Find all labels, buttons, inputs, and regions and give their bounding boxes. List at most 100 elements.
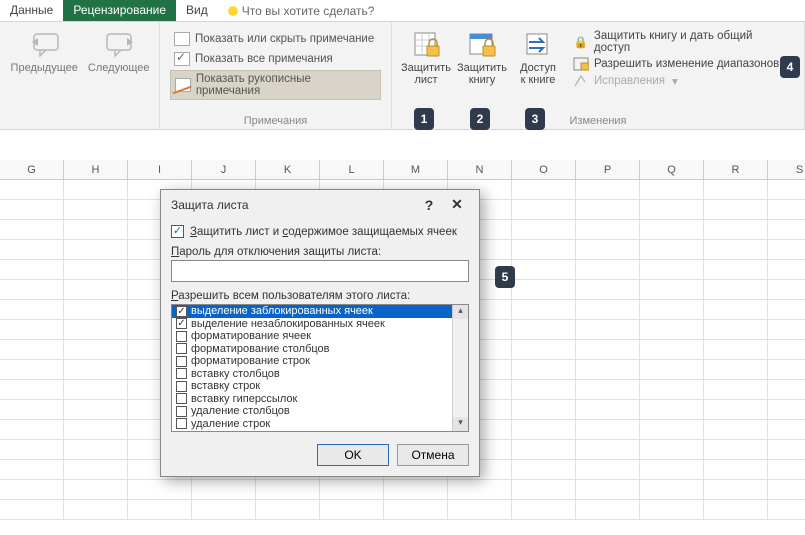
- cell[interactable]: [256, 480, 320, 499]
- cell[interactable]: [192, 500, 256, 519]
- cell[interactable]: [0, 180, 64, 199]
- tab-review[interactable]: Рецензирование: [63, 0, 176, 21]
- cell[interactable]: [768, 180, 805, 199]
- permission-item[interactable]: форматирование строк: [172, 355, 452, 368]
- cell[interactable]: [576, 240, 640, 259]
- cell[interactable]: [512, 400, 576, 419]
- cell[interactable]: [64, 420, 128, 439]
- show-ink-comments[interactable]: Показать рукописные примечания: [170, 70, 381, 100]
- cell[interactable]: [512, 380, 576, 399]
- cell[interactable]: [64, 240, 128, 259]
- cell[interactable]: [512, 200, 576, 219]
- cell[interactable]: [640, 460, 704, 479]
- cell[interactable]: [768, 460, 805, 479]
- dialog-close-button[interactable]: ✕: [443, 196, 471, 213]
- cell[interactable]: [576, 340, 640, 359]
- cell[interactable]: [768, 360, 805, 379]
- col-header[interactable]: M: [384, 160, 448, 179]
- permission-item[interactable]: вставку столбцов: [172, 368, 452, 381]
- cell[interactable]: [384, 480, 448, 499]
- cell[interactable]: [704, 300, 768, 319]
- cell[interactable]: [384, 500, 448, 519]
- cell[interactable]: [576, 200, 640, 219]
- scroll-up-icon[interactable]: ▴: [453, 305, 468, 319]
- col-header[interactable]: P: [576, 160, 640, 179]
- cell[interactable]: [512, 280, 576, 299]
- cell[interactable]: [704, 360, 768, 379]
- cell[interactable]: [704, 280, 768, 299]
- share-workbook-button[interactable]: Доступк книге: [510, 26, 566, 113]
- cell[interactable]: [0, 500, 64, 519]
- cell[interactable]: [704, 480, 768, 499]
- cell[interactable]: [640, 180, 704, 199]
- cell[interactable]: [576, 260, 640, 279]
- cell[interactable]: [768, 320, 805, 339]
- cell[interactable]: [768, 380, 805, 399]
- cell[interactable]: [512, 360, 576, 379]
- cell[interactable]: [704, 320, 768, 339]
- cell[interactable]: [0, 400, 64, 419]
- prev-comment-button[interactable]: Предыдущее: [6, 26, 82, 74]
- tell-me[interactable]: Что вы хотите сделать?: [218, 0, 385, 21]
- cell[interactable]: [576, 460, 640, 479]
- cell[interactable]: [768, 240, 805, 259]
- track-changes[interactable]: Исправления▾: [570, 73, 794, 89]
- protect-and-share[interactable]: 🔒 Защитить книгу и дать общий доступ: [570, 29, 794, 55]
- next-comment-button[interactable]: Следующее: [84, 26, 153, 74]
- col-header[interactable]: G: [0, 160, 64, 179]
- col-header[interactable]: N: [448, 160, 512, 179]
- col-header[interactable]: Q: [640, 160, 704, 179]
- cell[interactable]: [704, 420, 768, 439]
- cell[interactable]: [512, 180, 576, 199]
- cell[interactable]: [640, 420, 704, 439]
- cell[interactable]: [512, 420, 576, 439]
- cell[interactable]: [640, 380, 704, 399]
- scroll-down-icon[interactable]: ▾: [453, 417, 468, 431]
- allow-edit-ranges[interactable]: Разрешить изменение диапазонов: [570, 56, 794, 72]
- col-header[interactable]: H: [64, 160, 128, 179]
- cell[interactable]: [64, 440, 128, 459]
- cell[interactable]: [768, 440, 805, 459]
- cell[interactable]: [0, 300, 64, 319]
- cell[interactable]: [64, 320, 128, 339]
- col-header[interactable]: R: [704, 160, 768, 179]
- cell[interactable]: [512, 460, 576, 479]
- cell[interactable]: [640, 280, 704, 299]
- cell[interactable]: [512, 340, 576, 359]
- cell[interactable]: [576, 280, 640, 299]
- cell[interactable]: [640, 440, 704, 459]
- cell[interactable]: [576, 360, 640, 379]
- cell[interactable]: [0, 360, 64, 379]
- cell[interactable]: [704, 400, 768, 419]
- cell[interactable]: [640, 300, 704, 319]
- cell[interactable]: [640, 200, 704, 219]
- cell[interactable]: [704, 340, 768, 359]
- col-header[interactable]: S: [768, 160, 805, 179]
- cell[interactable]: [0, 200, 64, 219]
- col-header[interactable]: L: [320, 160, 384, 179]
- protect-contents-checkbox-row[interactable]: ✓ Защитить лист и содержимое защищаемых …: [171, 225, 469, 238]
- cell[interactable]: [512, 320, 576, 339]
- ok-button[interactable]: OK: [317, 444, 389, 466]
- tab-data[interactable]: Данные: [0, 0, 63, 21]
- cell[interactable]: [64, 400, 128, 419]
- cell[interactable]: [640, 360, 704, 379]
- cell[interactable]: [768, 220, 805, 239]
- cell[interactable]: [768, 280, 805, 299]
- permission-item[interactable]: ✓выделение незаблокированных ячеек: [172, 318, 452, 331]
- cancel-button[interactable]: Отмена: [397, 444, 469, 466]
- cell[interactable]: [64, 220, 128, 239]
- cell[interactable]: [768, 200, 805, 219]
- cell[interactable]: [576, 480, 640, 499]
- permission-item[interactable]: форматирование столбцов: [172, 343, 452, 356]
- cell[interactable]: [0, 420, 64, 439]
- cell[interactable]: [64, 300, 128, 319]
- cell[interactable]: [64, 480, 128, 499]
- cell[interactable]: [256, 500, 320, 519]
- tab-view[interactable]: Вид: [176, 0, 218, 21]
- permission-item[interactable]: ✓выделение заблокированных ячеек: [172, 305, 452, 318]
- cell[interactable]: [576, 500, 640, 519]
- cell[interactable]: [512, 440, 576, 459]
- cell[interactable]: [0, 480, 64, 499]
- scrollbar[interactable]: ▴ ▾: [452, 305, 468, 431]
